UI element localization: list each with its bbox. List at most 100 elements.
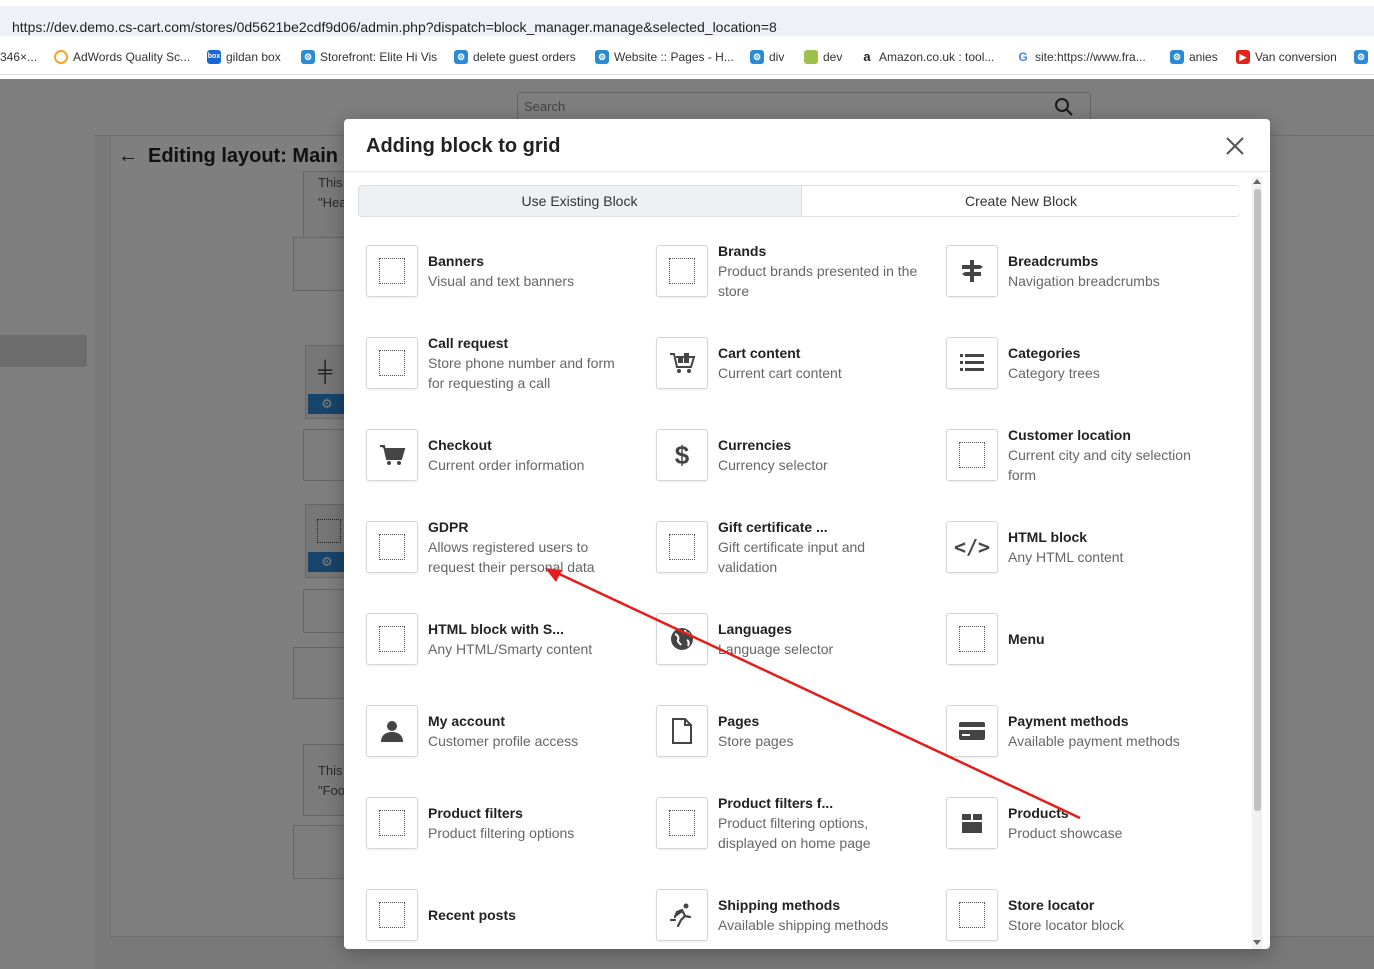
block-type-customer-location[interactable]: Customer location Current city and city s… — [946, 427, 1216, 499]
dotted-square-icon — [366, 337, 418, 389]
block-name: My account — [428, 713, 506, 729]
tab-use-existing-block[interactable]: Use Existing Block — [359, 186, 800, 216]
cscart-icon: ⚙ — [301, 50, 315, 64]
block-name: Store locator — [1008, 897, 1095, 913]
list-icon — [946, 337, 998, 389]
block-description: Any HTML/Smarty content — [428, 641, 593, 657]
dialog-header: Adding block to grid — [344, 119, 1270, 172]
block-type-payment-methods[interactable]: Payment methods Available payment methods — [946, 705, 1216, 775]
block-name: Products — [1008, 805, 1069, 821]
dialog-title: Adding block to grid — [366, 135, 561, 157]
amazon-icon: a — [863, 49, 871, 64]
block-type-recent-posts[interactable]: Recent posts — [366, 889, 636, 949]
block-type-products[interactable]: Products Product showcase — [946, 797, 1216, 867]
block-type-gdpr[interactable]: GDPR Allows registered users to request t… — [366, 519, 636, 591]
scrollbar-thumb[interactable] — [1254, 189, 1261, 811]
dotted-square-icon — [366, 245, 418, 297]
block-type-breadcrumbs[interactable]: Breadcrumbs Navigation breadcrumbs — [946, 245, 1216, 315]
block-description: Current city and city selection form — [1008, 447, 1191, 483]
block-description: Product showcase — [1008, 825, 1123, 841]
block-type-banners[interactable]: Banners Visual and text banners — [366, 245, 636, 315]
dotted-square-icon — [366, 889, 418, 941]
bookmark-label: Storefront: Elite Hi Vis — [320, 50, 438, 64]
dotted-square-icon — [656, 521, 708, 573]
block-description: Product filtering options, displayed on … — [718, 815, 871, 851]
bookmark-label: dev — [823, 50, 843, 64]
add-block-dialog: Adding block to grid Use Existing Block … — [344, 119, 1270, 949]
block-type-product-filters-f[interactable]: Product filters f... Product filtering op… — [656, 795, 926, 867]
block-name: Recent posts — [428, 907, 516, 923]
block-description: Available shipping methods — [718, 917, 889, 933]
block-name: Gift certificate ... — [718, 519, 828, 535]
cart-icon — [366, 429, 418, 481]
block-description: Any HTML content — [1008, 549, 1124, 565]
block-type-gift-certificate[interactable]: Gift certificate ... Gift certificate inp… — [656, 519, 926, 591]
block-type-pages[interactable]: Pages Store pages — [656, 705, 926, 775]
block-type-categories[interactable]: Categories Category trees — [946, 337, 1216, 407]
block-description: Store pages — [718, 733, 794, 749]
block-name: Breadcrumbs — [1008, 253, 1099, 269]
bookmark-label: Amazon.co.uk : tool... — [879, 50, 995, 64]
bookmark-item[interactable]: ⚙ delete guest orders — [454, 50, 576, 64]
dotted-square-icon — [656, 797, 708, 849]
block-type-html-block[interactable]: </> HTML block Any HTML content — [946, 521, 1216, 591]
block-description: Product filtering options — [428, 825, 575, 841]
block-type-call-request[interactable]: Call request Store phone number and form … — [366, 335, 636, 407]
block-name: Product filters f... — [718, 795, 834, 811]
cscart-icon[interactable]: ⚙ — [1354, 50, 1368, 64]
bookmark-item[interactable]: ⚙ Storefront: Elite Hi Vis — [301, 50, 437, 64]
block-name: Call request — [428, 335, 509, 351]
bookmark-item[interactable]: Gsite:https://www.fra... — [1016, 50, 1145, 64]
block-type-cart-content[interactable]: Cart content Current cart content — [656, 337, 926, 407]
block-description: Available payment methods — [1008, 733, 1180, 749]
block-type-menu[interactable]: Menu — [946, 613, 1216, 683]
block-type-my-account[interactable]: My account Customer profile access — [366, 705, 636, 775]
bookmark-item[interactable]: ⚙ div — [750, 50, 784, 64]
bookmark-label: delete guest orders — [473, 50, 576, 64]
block-tabs: Use Existing Block Create New Block — [358, 185, 1240, 217]
dotted-square-icon — [946, 889, 998, 941]
url-field[interactable]: https://dev.demo.cs-cart.com/stores/0d56… — [0, 6, 1374, 36]
block-type-html-block-with-s[interactable]: HTML block with S... Any HTML/Smarty cont… — [366, 613, 636, 683]
cscart-icon: ⚙ — [454, 50, 468, 64]
bookmark-label: div — [769, 50, 785, 64]
scroll-down-arrow-icon[interactable] — [1253, 940, 1261, 945]
page-icon — [656, 705, 708, 757]
bookmark-label: anies — [1189, 50, 1218, 64]
block-description: Allows registered users to request their… — [428, 539, 595, 575]
block-name: HTML block with S... — [428, 621, 564, 637]
bookmark-item[interactable]: ⚙ Website :: Pages - H... — [595, 50, 734, 64]
block-description: Store phone number and form for requesti… — [428, 355, 615, 391]
block-type-currencies[interactable]: $ Currencies Currency selector — [656, 429, 926, 499]
block-type-brands[interactable]: Brands Product brands presented in the st… — [656, 243, 926, 315]
bookmark-item[interactable]: AdWords Quality Sc... — [54, 50, 190, 64]
tab-create-new-block[interactable]: Create New Block — [801, 186, 1240, 216]
block-type-product-filters[interactable]: Product filters Product filtering options — [366, 797, 636, 867]
block-type-checkout[interactable]: Checkout Current order information — [366, 429, 636, 499]
bookmark-item[interactable]: ⚙ anies — [1170, 50, 1218, 64]
bookmark-item[interactable]: box gildan box — [207, 50, 281, 64]
bookmark-item[interactable]: 346×... — [0, 50, 37, 64]
block-type-store-locator[interactable]: Store locator Store locator block — [946, 889, 1216, 949]
block-name: Brands — [718, 243, 767, 259]
browser-address-bar: https://dev.demo.cs-cart.com/stores/0d56… — [0, 0, 1374, 40]
bookmark-item[interactable]: dev — [804, 50, 842, 64]
block-description: Current cart content — [718, 365, 842, 381]
block-name: Checkout — [428, 437, 492, 453]
bookmark-icon — [804, 50, 818, 64]
dotted-square-icon — [366, 521, 418, 573]
dotted-square-icon — [366, 613, 418, 665]
bookmarks-bar: 346×... AdWords Quality Sc... box gildan bo… — [0, 42, 1374, 75]
scroll-up-arrow-icon[interactable] — [1253, 179, 1261, 184]
dotted-square-icon — [656, 245, 708, 297]
block-name: Currencies — [718, 437, 792, 453]
bookmark-item[interactable]: ▶ Van conversion — [1236, 50, 1337, 64]
block-name: HTML block — [1008, 529, 1088, 545]
bookmark-item[interactable]: a Amazon.co.uk : tool... — [860, 49, 995, 65]
block-name: Languages — [718, 621, 792, 637]
block-type-shipping-methods[interactable]: Shipping methods Available shipping metho… — [656, 889, 926, 949]
close-icon[interactable] — [1224, 135, 1246, 157]
block-type-languages[interactable]: Languages Language selector — [656, 613, 926, 683]
box-icon: box — [207, 50, 221, 64]
block-description: Store locator block — [1008, 917, 1124, 933]
